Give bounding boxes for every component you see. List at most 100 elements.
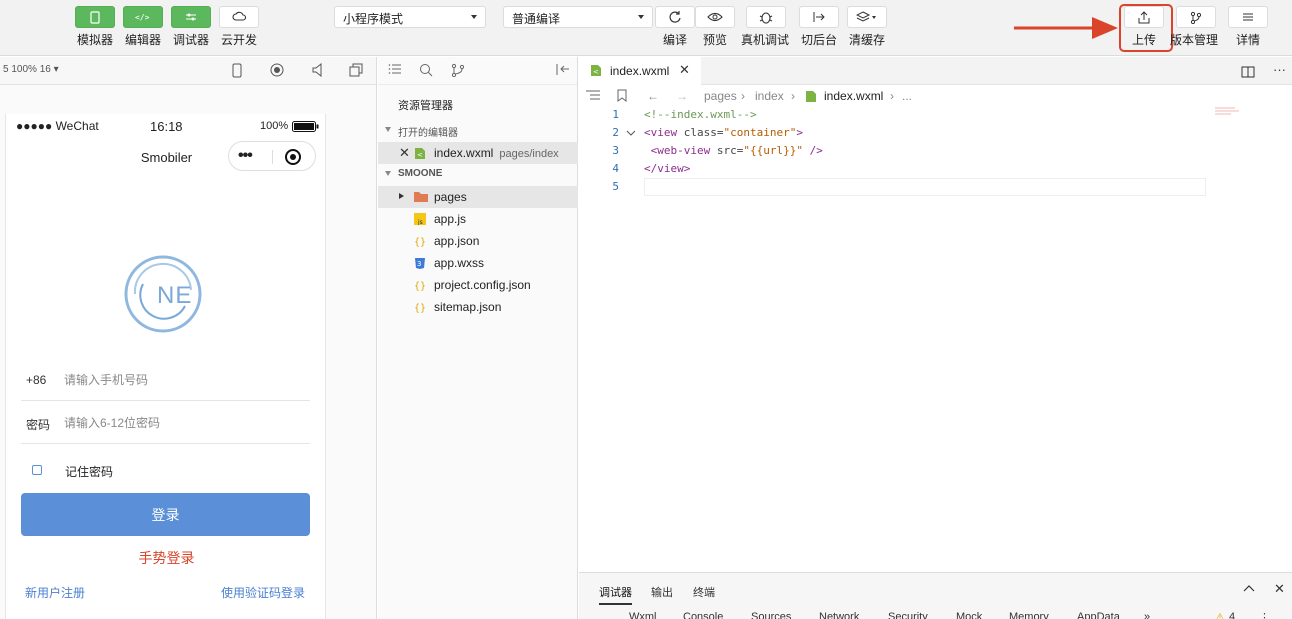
- debug-subtab[interactable]: Sources: [751, 611, 791, 619]
- bookmark-icon[interactable]: [617, 89, 627, 102]
- git-branch-icon[interactable]: [451, 63, 465, 77]
- device-zoom-select[interactable]: 5 100% 16 ▾: [3, 64, 59, 75]
- list-icon[interactable]: [388, 63, 402, 76]
- device-debug-button[interactable]: 真机调试: [741, 6, 789, 48]
- chevron-down-icon: [385, 127, 391, 132]
- chevron-down-icon: [385, 171, 391, 176]
- tab-debugger[interactable]: 调试器: [599, 584, 632, 605]
- volume-icon[interactable]: [311, 63, 323, 77]
- mini-program-capsule[interactable]: •••: [228, 141, 316, 171]
- code-text: <!--index.wxml-->: [644, 108, 757, 121]
- debug-subtab[interactable]: Memory: [1009, 611, 1049, 619]
- tree-item-project-config[interactable]: {} project.config.json: [378, 274, 578, 296]
- compile-select[interactable]: 普通编译: [503, 6, 653, 28]
- tab-terminal[interactable]: 终端: [693, 584, 715, 600]
- svg-text:NE: NE: [157, 282, 192, 309]
- open-file-name: index.wxml: [434, 146, 494, 160]
- explorer-panel: 资源管理器 打开的编辑器 ✕ < index.wxml pages/index S…: [378, 57, 578, 619]
- close-tab-icon[interactable]: ✕: [679, 62, 690, 78]
- debug-subtab[interactable]: Wxml: [629, 611, 657, 619]
- split-editor-icon[interactable]: [1241, 66, 1255, 78]
- back-arrow-icon[interactable]: ←: [647, 89, 659, 103]
- debug-subtab[interactable]: Network: [819, 611, 859, 619]
- register-link[interactable]: 新用户注册: [25, 584, 85, 601]
- code-login-link[interactable]: 使用验证码登录: [221, 584, 305, 601]
- phone-input[interactable]: [64, 369, 294, 391]
- minimap[interactable]: [1215, 105, 1275, 115]
- record-icon[interactable]: [270, 63, 284, 77]
- more-actions-icon[interactable]: ···: [1273, 62, 1286, 77]
- code-line[interactable]: 3 <web-view src="{{url}}" />: [579, 142, 1292, 160]
- simulator-button[interactable]: 模拟器: [75, 6, 115, 48]
- open-editor-item[interactable]: ✕ < index.wxml pages/index: [378, 142, 578, 164]
- code-token: />: [802, 144, 823, 157]
- debug-subtab[interactable]: AppData: [1077, 611, 1120, 619]
- gesture-login-link[interactable]: 手势登录: [6, 548, 327, 568]
- breadcrumb-file[interactable]: index.wxml: [824, 89, 883, 103]
- fold-chevron-icon[interactable]: [626, 130, 636, 138]
- phone-outline-icon[interactable]: [232, 63, 242, 78]
- editor-button[interactable]: </> 编辑器: [123, 6, 163, 48]
- background-button[interactable]: 切后台: [799, 6, 839, 48]
- current-line-highlight: [644, 178, 1206, 196]
- warning-count: 4: [1229, 611, 1236, 619]
- compile-label: 编译: [662, 33, 687, 47]
- breadcrumb-pages[interactable]: pages: [704, 89, 737, 103]
- project-section[interactable]: SMOONE: [378, 165, 578, 185]
- switch-background-icon: [799, 6, 839, 28]
- mode-select[interactable]: 小程序模式: [334, 6, 486, 28]
- code-line[interactable]: 1 <!--index.wxml-->: [579, 106, 1292, 124]
- search-icon[interactable]: [419, 63, 433, 77]
- debug-subtab[interactable]: Security: [888, 611, 928, 619]
- breadcrumb-more[interactable]: ...: [902, 89, 912, 103]
- svg-text:js: js: [417, 219, 423, 225]
- version-button[interactable]: 版本管理: [1170, 6, 1218, 48]
- tree-item-app-json[interactable]: {} app.json: [378, 230, 578, 252]
- more-dots-icon[interactable]: •••: [238, 147, 253, 165]
- tree-item-sitemap[interactable]: {} sitemap.json: [378, 296, 578, 318]
- tree-item-app-wxss[interactable]: 3 app.wxss: [378, 252, 578, 274]
- debug-subtab[interactable]: Mock: [956, 611, 982, 619]
- detach-window-icon[interactable]: [349, 63, 363, 77]
- warning-icon[interactable]: ⚠: [1215, 611, 1225, 619]
- close-circle-icon[interactable]: [285, 149, 301, 165]
- code-token: <web-view: [644, 144, 717, 157]
- simulator-panel: 5 100% 16 ▾ ●●●●● WeChat 16:18 100% Smob…: [0, 57, 377, 619]
- code-line[interactable]: 4 </view>: [579, 160, 1292, 178]
- login-button[interactable]: 登录: [21, 493, 310, 536]
- close-panel-icon[interactable]: ✕: [1274, 581, 1285, 597]
- close-icon[interactable]: ✕: [399, 145, 410, 161]
- outline-list-icon[interactable]: [586, 90, 600, 101]
- debugger-button[interactable]: 调试器: [171, 6, 211, 48]
- password-input[interactable]: [64, 412, 294, 434]
- tab-index-wxml[interactable]: < index.wxml ✕: [579, 57, 701, 85]
- remember-checkbox[interactable]: [32, 465, 42, 475]
- main-toolbar: 模拟器 </> 编辑器 调试器 云开发 小程序模式 普通编译 编译 预览 真机调…: [0, 0, 1292, 56]
- code-line[interactable]: 2 <view class="container">: [579, 124, 1292, 142]
- tree-item-app-js[interactable]: js app.js: [378, 208, 578, 230]
- tab-output[interactable]: 输出: [651, 584, 673, 600]
- editor-label: 编辑器: [124, 33, 161, 47]
- debugger-label: 调试器: [172, 33, 209, 47]
- forward-arrow-icon[interactable]: →: [676, 89, 688, 103]
- battery-icon: [292, 121, 319, 132]
- breadcrumb-index[interactable]: index: [755, 89, 784, 103]
- chevron-right-icon: [399, 193, 404, 199]
- debug-subtab[interactable]: Console: [683, 611, 723, 619]
- line-number: 1: [612, 108, 619, 121]
- chevron-up-icon[interactable]: [1243, 584, 1255, 592]
- open-file-path: pages/index: [499, 148, 559, 160]
- refresh-icon: [655, 6, 695, 28]
- collapse-panel-icon[interactable]: [555, 63, 570, 76]
- debug-subtab[interactable]: »: [1144, 611, 1150, 619]
- more-options-icon[interactable]: ⋮: [1259, 611, 1270, 619]
- cloud-button[interactable]: 云开发: [219, 6, 259, 48]
- open-editors-section[interactable]: 打开的编辑器: [378, 121, 578, 141]
- json-file-icon: {}: [414, 303, 426, 313]
- preview-button[interactable]: 预览: [695, 6, 735, 48]
- details-button[interactable]: 详情: [1228, 6, 1268, 48]
- tree-item-pages[interactable]: pages: [378, 186, 578, 208]
- clear-cache-button[interactable]: 清缓存: [847, 6, 887, 48]
- compile-button[interactable]: 编译: [655, 6, 695, 48]
- chevron-right-icon: ›: [890, 89, 894, 103]
